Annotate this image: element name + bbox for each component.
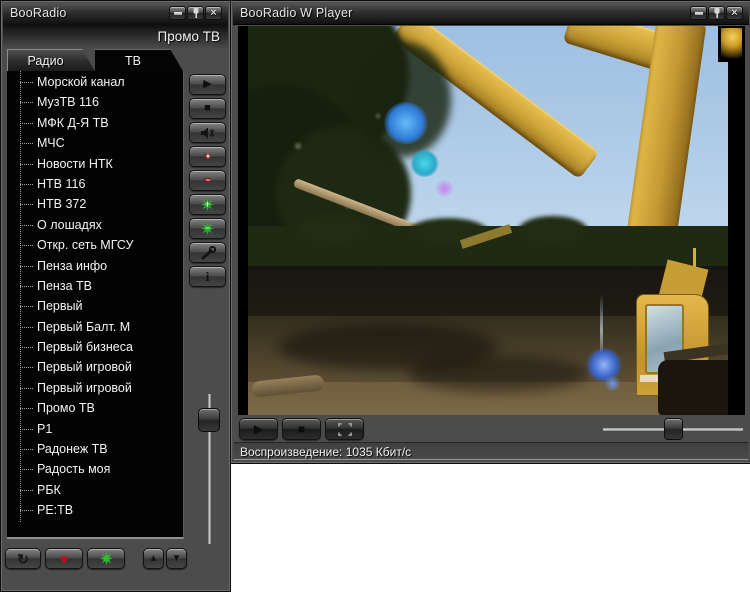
channel-item[interactable]: Пенза ТВ	[7, 276, 183, 296]
channel-item[interactable]: Промо ТВ	[7, 398, 183, 418]
pillarbox-left	[238, 26, 248, 415]
tab-tv[interactable]: ТВ	[95, 49, 183, 71]
groups-button[interactable]	[87, 548, 125, 569]
info-icon: i	[205, 269, 210, 284]
play-button[interactable]: ▶	[189, 74, 226, 95]
channel-item[interactable]: МЧС	[7, 133, 183, 153]
stop-icon: ■	[204, 102, 211, 114]
channel-list: Морской канал МузТВ 116 МФК Д-Я ТВ МЧС Новос…	[7, 71, 183, 521]
channel-item[interactable]: Радость моя	[7, 459, 183, 479]
plus-overlay: +	[204, 199, 211, 209]
lens-flare-small	[604, 376, 621, 391]
refresh-icon: ↻	[17, 550, 29, 567]
refresh-button[interactable]: ↻	[5, 548, 41, 569]
player-volume-thumb[interactable]	[664, 418, 683, 440]
treeline-bump	[518, 216, 588, 246]
player-stop-button[interactable]: ■	[282, 418, 321, 440]
now-playing-strip: Промо ТВ	[3, 24, 228, 49]
booradio-main-window: BooRadio × Промо ТВ Радио ТВ Морской кан…	[0, 0, 231, 592]
treeline-bump	[298, 214, 368, 246]
burst-icon	[99, 551, 113, 566]
channel-list-panel: Морской канал МузТВ 116 МФК Д-Я ТВ МЧС Новос…	[7, 71, 184, 539]
move-down-button[interactable]: ▼	[166, 548, 187, 569]
stop-icon: ■	[297, 422, 306, 436]
stop-button[interactable]: ■	[189, 98, 226, 119]
watermark-art	[721, 28, 742, 58]
booradio-player-window: BooRadio W Player × ▶ ■ Воспроизведение:…	[230, 0, 750, 464]
group-add-button[interactable]: +	[189, 194, 226, 215]
fullscreen-icon	[337, 422, 352, 436]
pin-icon	[193, 8, 198, 18]
pin-icon	[714, 8, 719, 18]
speaker-icon	[200, 127, 214, 138]
main-titlebar[interactable]: BooRadio ×	[3, 3, 228, 25]
close-icon: ×	[210, 7, 217, 19]
channel-item[interactable]: Морской канал	[7, 72, 183, 92]
channel-item[interactable]: РЕ:ТВ	[7, 500, 183, 520]
tab-radio[interactable]: Радио	[7, 49, 95, 71]
channel-watermark	[718, 26, 745, 62]
player-play-button[interactable]: ▶	[239, 418, 278, 440]
channel-item[interactable]: НТВ 372	[7, 194, 183, 214]
window-title: BooRadio	[10, 6, 67, 20]
ground-shadow	[408, 356, 588, 392]
wrench-icon	[201, 245, 216, 259]
arrow-down-icon: ▼	[171, 552, 182, 564]
channel-item[interactable]: О лошадях	[7, 215, 183, 235]
player-window-title: BooRadio W Player	[240, 6, 353, 20]
channel-item[interactable]: Новости НТК	[7, 154, 183, 174]
channel-item[interactable]: РБК	[7, 480, 183, 500]
channel-item[interactable]: НТВ 116	[7, 174, 183, 194]
channel-item[interactable]: Первый	[7, 296, 183, 316]
lens-flare-cyan	[410, 150, 439, 177]
minimize-icon	[694, 11, 703, 15]
heart-icon: ♥	[59, 550, 69, 567]
channel-item[interactable]: Первый игровой	[7, 378, 183, 398]
player-close-button[interactable]: ×	[726, 6, 743, 20]
channel-item[interactable]: МузТВ 116	[7, 92, 183, 112]
favorite-remove-button[interactable]: ♥ −	[189, 170, 226, 191]
close-button[interactable]: ×	[205, 6, 222, 20]
channel-item[interactable]: Первый Балт. М	[7, 317, 183, 337]
arrow-up-icon: ▲	[148, 552, 159, 564]
channel-item[interactable]: Откр. сеть МГСУ	[7, 235, 183, 255]
tab-tv-label: ТВ	[125, 53, 141, 68]
move-up-button[interactable]: ▲	[143, 548, 164, 569]
lens-flare-blue	[384, 102, 428, 144]
close-icon: ×	[731, 7, 738, 19]
player-minimize-button[interactable]	[690, 6, 707, 20]
settings-button[interactable]	[189, 242, 226, 263]
play-icon: ▶	[203, 78, 212, 90]
channel-item[interactable]: Первый игровой	[7, 357, 183, 377]
lens-flare-purple	[435, 180, 454, 197]
pillarbox-right	[728, 26, 745, 415]
channel-item[interactable]: Пенза инфо	[7, 256, 183, 276]
fullscreen-button[interactable]	[325, 418, 364, 440]
player-titlebar[interactable]: BooRadio W Player ×	[233, 3, 749, 25]
video-display[interactable]	[238, 26, 745, 415]
player-pin-button[interactable]	[708, 6, 725, 20]
now-playing-label: Промо ТВ	[157, 29, 220, 44]
minimize-icon	[173, 11, 182, 15]
minus-overlay: −	[204, 223, 211, 233]
minimize-button[interactable]	[169, 6, 186, 20]
group-remove-button[interactable]: −	[189, 218, 226, 239]
channel-item[interactable]: Радонеж ТВ	[7, 439, 183, 459]
channel-item[interactable]: Первый бизнеса	[7, 337, 183, 357]
player-status-bar: Воспроизведение: 1035 Кбит/с	[234, 442, 748, 460]
channel-item[interactable]: Р1	[7, 419, 183, 439]
plus-overlay: +	[205, 151, 211, 161]
channel-item[interactable]: МФК Д-Я ТВ	[7, 113, 183, 133]
status-text: Воспроизведение: 1035 Кбит/с	[240, 445, 412, 459]
tab-radio-label: Радио	[27, 53, 64, 68]
pin-button[interactable]	[187, 6, 204, 20]
main-volume-thumb[interactable]	[198, 408, 220, 432]
info-button[interactable]: i	[189, 266, 226, 287]
minus-overlay: −	[205, 175, 211, 185]
mute-button[interactable]	[189, 122, 226, 143]
play-icon: ▶	[253, 422, 264, 436]
favorite-add-button[interactable]: ♥ +	[189, 146, 226, 167]
favorites-button[interactable]: ♥	[45, 548, 83, 569]
